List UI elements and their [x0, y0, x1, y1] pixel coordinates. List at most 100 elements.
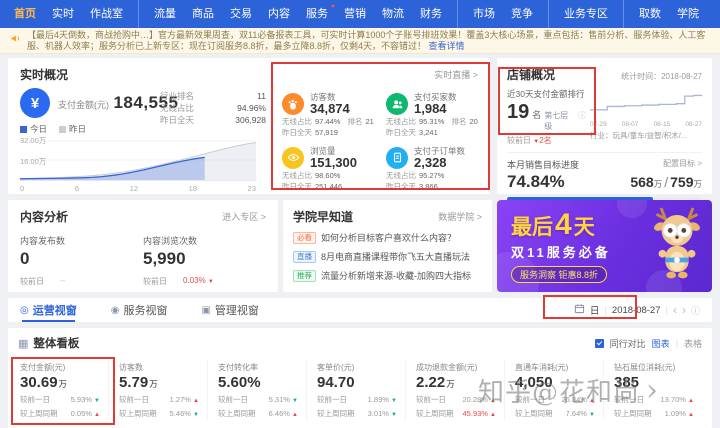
academy-item-text: 流量分析新增来源-收藏-加购四大指标: [321, 271, 471, 281]
view-separator: |: [675, 338, 678, 348]
nav-item[interactable]: 取数: [631, 0, 669, 28]
nav-item[interactable]: 流量: [146, 0, 184, 28]
nav-item-label: 营销: [344, 8, 366, 20]
tile-delta-day: 较前一日 26.34% ▲: [515, 395, 595, 404]
academy-item[interactable]: 推荐 流量分析新增来源-收藏-加购四大指标: [293, 269, 482, 282]
granularity-label[interactable]: 日: [590, 303, 600, 317]
board-tile[interactable]: 钻石展位消耗(元) 385 较前一日 13.70% ▲ 较上周同期 1.09% …: [603, 360, 702, 420]
nav-item[interactable]: 实时: [44, 0, 82, 28]
payment-amount-icon: ¥: [20, 88, 50, 118]
academy-item[interactable]: 直播 8月电商直播课程带你飞五大直播玩法: [293, 250, 482, 263]
tile-value: 5.79万: [119, 374, 158, 391]
board-tile[interactable]: 客单价(元) 94.70 较前一日 1.89% ▼ 较上周同期 3.01% ▼: [306, 360, 405, 420]
academy-more-link[interactable]: 数据学院 >: [438, 210, 482, 223]
realtime-title: 实时概况: [20, 68, 69, 82]
rank-trend-chart: 07-29 08-07 08-15 08-27 行业：玩具/童车/益智/积木/.…: [590, 88, 702, 146]
shop-title: 店铺概况: [507, 68, 556, 82]
nav-item[interactable]: 商品: [184, 0, 222, 28]
view-tab[interactable]: ◎ 运营视窗: [20, 298, 77, 322]
tile-label: 客单价(元): [317, 363, 355, 372]
enter-zone-link[interactable]: 进入专区 >: [222, 210, 266, 223]
tile-label: 访客数: [119, 363, 143, 372]
content-stat-delta: 较前日 0.03% ▼: [143, 276, 214, 286]
nav-item[interactable]: 内容: [260, 0, 298, 28]
nav-item[interactable]: 作战室: [82, 0, 139, 28]
metric-icon: [282, 93, 304, 115]
tab-icon: ◎: [20, 304, 29, 316]
promo-banner[interactable]: 最后 4 天 双11服务必备 服务洞察 钜惠8.8折: [497, 200, 712, 292]
metric-value: 151,300: [310, 154, 357, 170]
nav-item[interactable]: 财务: [412, 0, 458, 28]
configure-goal-link[interactable]: 配置目标 >: [663, 158, 702, 171]
x-tick: 12: [129, 184, 138, 193]
legend-today[interactable]: 今日: [20, 123, 47, 135]
nav-item[interactable]: 市场: [465, 0, 503, 28]
metric-label: 浏览量: [310, 145, 336, 156]
promo-subline: 双11服务必备: [511, 245, 611, 260]
nav-item[interactable]: 首页: [6, 0, 44, 28]
notice-detail-link[interactable]: 查看详情: [429, 41, 465, 51]
date-value[interactable]: 2018-08-27: [612, 305, 661, 316]
rank-chart-x-labels: 07-29 08-07 08-15 08-27: [590, 121, 702, 128]
notice-bar: 【最后4天倒数，商战抢购中…】官方最新效果周查，双11必备报表工具，可实时计算1…: [0, 28, 720, 54]
nav-item-label: 物流: [382, 8, 404, 20]
nav-item[interactable]: 物流: [374, 0, 412, 28]
peer-compare-label[interactable]: 同行对比: [610, 337, 646, 350]
view-tab[interactable]: ▣ 管理视窗: [201, 298, 258, 322]
board-tile[interactable]: 支付转化率 5.60% 较前一日 5.31% ▼ 较上周同期 6.46% ▲: [207, 360, 306, 420]
realtime-metric-card[interactable]: 支付买家数 1,984 无线占比 95.31% 排名 20 昨日全天 3,241: [386, 92, 478, 140]
board-tile[interactable]: 直通车消耗(元) 4,050 较前一日 26.34% ▲ 较上周同期 7.64%…: [504, 360, 603, 420]
peer-compare-checkbox[interactable]: [594, 338, 604, 348]
board-tile[interactable]: 成功退款金额(元) 2.22万 较前一日 20.28% ▲ 较上周同期 45.9…: [405, 360, 504, 420]
realtime-metric-card[interactable]: 访客数 34,874 无线占比 97.44% 排名 21 昨日全天 57,919: [282, 92, 374, 140]
stat-key: 无线占比: [160, 103, 195, 113]
date-bar: 日 | 2018-08-27 | ‹ › ⓘ: [574, 303, 700, 317]
rank-delta-value: ▼2名: [533, 136, 552, 145]
content-stat: 内容浏览次数 5,990 较前日 0.03% ▼: [143, 234, 266, 287]
nav-item-label: 竞争: [511, 8, 533, 20]
academy-item[interactable]: 必看 如何分析目标客户喜欢什么内容？: [293, 231, 482, 244]
nav-items: 首页 实时 作战室 流量 商品 交易 内容 服务 ● 营销 物流 财务 市场 竞…: [6, 0, 707, 28]
rank-x-tick: 08-07: [621, 121, 639, 128]
chart-view-toggle[interactable]: 图表: [652, 337, 670, 350]
nav-item[interactable]: 业务专区: [556, 0, 624, 28]
next-date-button[interactable]: ›: [682, 304, 686, 316]
nav-item[interactable]: 学院: [669, 0, 707, 28]
realtime-stat-row: 无线占比 94.96%: [160, 102, 266, 114]
board-tile[interactable]: 支付金额(元) 30.69万 较前一日 5.93% ▼ 较上周同期 0.05% …: [18, 360, 108, 420]
nav-item-label: 内容: [268, 8, 290, 20]
info-icon[interactable]: ⓘ: [578, 110, 586, 121]
view-tabs-bar: ◎ 运营视窗 ◉ 服务视窗 ▣ 管理视窗 日 | 2018-08-27 | ‹ …: [8, 298, 712, 322]
tile-delta-week: 较上周同期 7.64% ▼: [515, 409, 595, 418]
realtime-metric-card[interactable]: 浏览量 151,300 无线占比 98.60% 昨日全天 251,446: [282, 146, 374, 194]
nav-item[interactable]: 竞争: [503, 0, 549, 28]
tile-delta-week: 较上周同期 6.46% ▲: [218, 409, 298, 418]
legend-yesterday[interactable]: 昨日: [59, 123, 86, 135]
view-tab[interactable]: ◉ 服务视窗: [111, 298, 168, 322]
tile-delta-week: 较上周同期 45.93% ▲: [416, 409, 496, 418]
tile-value: 2.22万: [416, 374, 455, 391]
calendar-icon[interactable]: [574, 303, 585, 317]
table-view-toggle[interactable]: 表格: [684, 337, 702, 350]
board-tile[interactable]: 访客数 5.79万 较前一日 1.27% ▲ 较上周同期 5.46% ▼: [108, 360, 207, 420]
nav-item[interactable]: 服务 ●: [298, 0, 336, 28]
nav-item-label: 作战室: [90, 8, 123, 20]
realtime-metric-card[interactable]: 支付子订单数 2,328 无线占比 95.27% 昨日全天 3,866: [386, 146, 478, 194]
prev-date-button[interactable]: ‹: [673, 304, 677, 316]
nav-item-label: 财务: [420, 8, 442, 20]
content-stat-delta: 较前日 --: [20, 276, 66, 286]
academy-title: 学院早知道: [293, 210, 354, 224]
realtime-live-link[interactable]: 实时直播 >: [434, 68, 478, 81]
nav-item[interactable]: 交易: [222, 0, 260, 28]
tab-label: 运营视窗: [32, 305, 77, 317]
nav-item-label: 学院: [677, 8, 699, 20]
tab-icon: ◉: [110, 304, 120, 316]
tab-icon: ▣: [201, 304, 211, 316]
metric-value: 34,874: [310, 101, 350, 116]
stat-value: 306,928: [235, 115, 266, 125]
x-tick: 0: [20, 184, 25, 193]
metric-wireless-row: 无线占比 95.27%: [386, 170, 445, 180]
academy-panel: 学院早知道 数据学院 > 必看 如何分析目标客户喜欢什么内容？ 直播 8月电商直…: [283, 200, 492, 292]
nav-item[interactable]: 营销: [336, 0, 374, 28]
divider: [507, 152, 702, 153]
